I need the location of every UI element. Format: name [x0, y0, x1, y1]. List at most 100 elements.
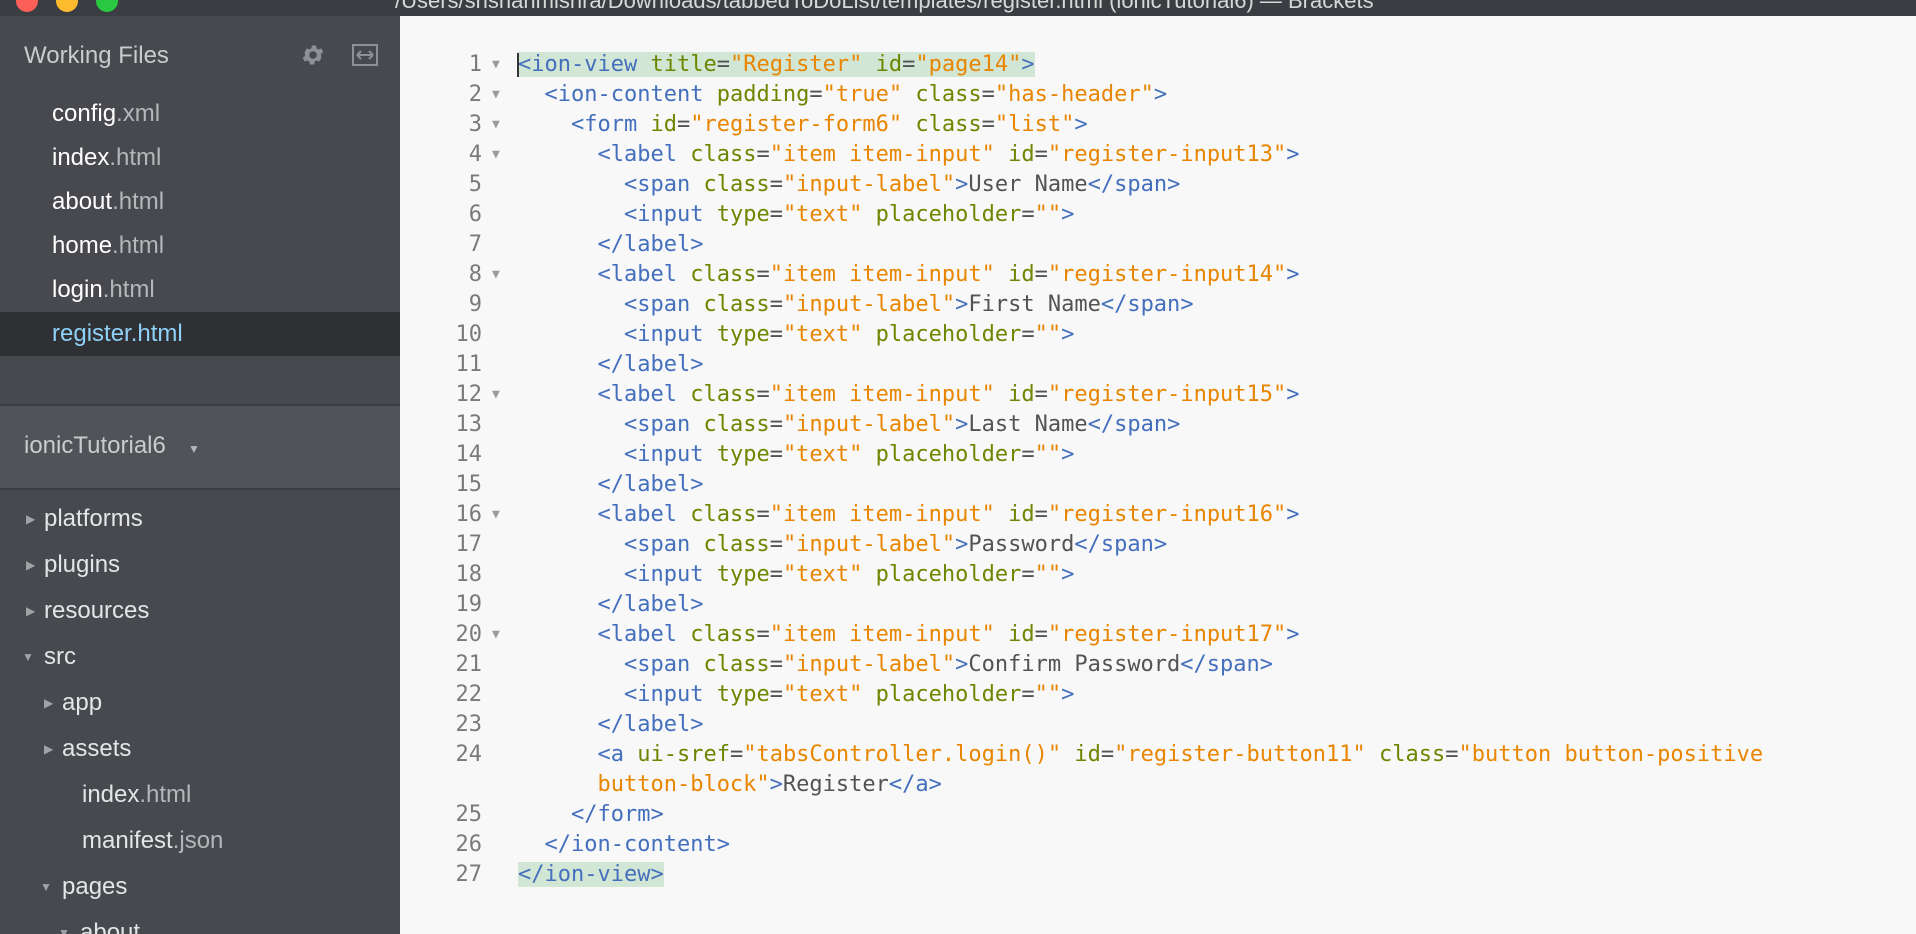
caret-down-icon: ▼ [188, 442, 200, 456]
code-line[interactable]: 25 </form> [400, 800, 1916, 830]
code-line[interactable]: 17 <span class="input-label">Password</s… [400, 530, 1916, 560]
working-file-item[interactable]: register.html [0, 312, 400, 356]
code-line[interactable]: 3 ▼ <form id="register-form6" class="list… [400, 110, 1916, 140]
code-text: <input type="text" placeholder=""> [623, 442, 1075, 467]
code-text: </label> [597, 472, 704, 497]
fold-triangle-icon[interactable]: ▼ [492, 140, 500, 170]
code-line[interactable]: 1 ▼ <ion-view title="Register" id="page14"… [400, 50, 1916, 80]
close-window-button[interactable] [16, 0, 38, 12]
code-line[interactable]: 19 </label> [400, 590, 1916, 620]
line-number: 10 [455, 322, 483, 347]
fold-triangle-icon[interactable]: ▼ [492, 110, 500, 140]
zoom-window-button[interactable] [96, 0, 118, 12]
code-line[interactable]: 2 ▼ <ion-content padding="true" class="ha… [400, 80, 1916, 110]
code-line[interactable]: 11 </label> [400, 350, 1916, 380]
code-line[interactable]: 8 ▼ <label class="item item-input" id="re… [400, 260, 1916, 290]
code-text: <input type="text" placeholder=""> [623, 322, 1075, 347]
line-number: 27 [455, 862, 483, 887]
code-line[interactable]: 10 <input type="text" placeholder=""> [400, 320, 1916, 350]
tree-folder[interactable]: ▶ plugins [0, 542, 400, 588]
tree-folder[interactable]: ▶ platforms [0, 496, 400, 542]
code-line[interactable]: 27 </ion-view> [400, 860, 1916, 890]
tree-folder[interactable]: ▶ resources [0, 588, 400, 634]
line-number: 23 [455, 712, 483, 737]
code-line[interactable]: 12 ▼ <label class="item item-input" id="r… [400, 380, 1916, 410]
code-line[interactable]: 21 <span class="input-label">Confirm Pas… [400, 650, 1916, 680]
working-file-item[interactable]: about.html [0, 180, 400, 224]
working-file-item[interactable]: home.html [0, 224, 400, 268]
line-number: 25 [455, 802, 483, 827]
line-number: 9 [468, 292, 482, 317]
triangle-right-icon[interactable]: ▶ [44, 680, 53, 726]
fold-triangle-icon[interactable]: ▼ [492, 260, 500, 290]
code-line[interactable]: 4 ▼ <label class="item item-input" id="re… [400, 140, 1916, 170]
code-line[interactable]: button-block">Register</a> [400, 770, 1916, 800]
tree-item-name: manifest.json [82, 827, 224, 854]
tree-folder[interactable]: ▼ pages [0, 864, 400, 910]
tree-folder[interactable]: ▶ assets [0, 726, 400, 772]
line-number: 15 [455, 472, 483, 497]
code-line[interactable]: 20 ▼ <label class="item item-input" id="r… [400, 620, 1916, 650]
code-text: </label> [597, 352, 704, 377]
file-extension: .html [139, 781, 192, 808]
code-text: <label class="item item-input" id="regis… [597, 502, 1300, 527]
code-line[interactable]: 26 </ion-content> [400, 830, 1916, 860]
working-files-title: Working Files [24, 42, 169, 69]
file-name: config [52, 100, 117, 127]
triangle-right-icon[interactable]: ▶ [26, 496, 35, 542]
code-text: </label> [597, 592, 704, 617]
file-extension: .xml [116, 100, 161, 127]
triangle-right-icon[interactable]: ▶ [26, 588, 35, 634]
tree-file[interactable]: manifest.json [0, 818, 400, 864]
split-view-icon[interactable] [352, 44, 378, 66]
title-bar: /Users/shshanmishra/Downloads/tabbedToDo… [0, 0, 1916, 16]
fold-triangle-icon[interactable]: ▼ [492, 500, 500, 530]
line-number: 19 [455, 592, 483, 617]
code-line[interactable]: 15 </label> [400, 470, 1916, 500]
triangle-down-icon[interactable]: ▼ [58, 910, 70, 934]
fold-triangle-icon[interactable]: ▼ [492, 380, 500, 410]
code-line[interactable]: 16 ▼ <label class="item item-input" id="r… [400, 500, 1916, 530]
tree-folder[interactable]: ▼ about [0, 910, 400, 934]
code-line[interactable]: 9 <span class="input-label">First Name</… [400, 290, 1916, 320]
file-name: about [52, 188, 113, 215]
code-line[interactable]: 18 <input type="text" placeholder=""> [400, 560, 1916, 590]
working-file-item[interactable]: login.html [0, 268, 400, 312]
code-text: <input type="text" placeholder=""> [623, 202, 1075, 227]
fold-triangle-icon[interactable]: ▼ [492, 80, 500, 110]
file-extension: .json [172, 827, 224, 854]
tree-folder[interactable]: ▼ src [0, 634, 400, 680]
tree-folder[interactable]: ▶ app [0, 680, 400, 726]
fold-triangle-icon[interactable]: ▼ [492, 50, 500, 80]
line-number: 7 [468, 232, 482, 257]
line-number: 14 [455, 442, 483, 467]
tree-file[interactable]: index.html [0, 772, 400, 818]
line-number: 11 [455, 352, 483, 377]
fold-triangle-icon[interactable]: ▼ [492, 620, 500, 650]
code-text: </label> [597, 712, 704, 737]
gear-icon[interactable] [300, 42, 326, 68]
triangle-right-icon[interactable]: ▶ [44, 726, 53, 772]
triangle-down-icon[interactable]: ▼ [40, 864, 52, 910]
working-file-item[interactable]: config.xml [0, 92, 400, 136]
triangle-down-icon[interactable]: ▼ [22, 634, 34, 680]
triangle-right-icon[interactable]: ▶ [26, 542, 35, 588]
code-line[interactable]: 22 <input type="text" placeholder=""> [400, 680, 1916, 710]
code-line[interactable]: 14 <input type="text" placeholder=""> [400, 440, 1916, 470]
code-line[interactable]: 23 </label> [400, 710, 1916, 740]
code-line[interactable]: 7 </label> [400, 230, 1916, 260]
minimize-window-button[interactable] [56, 0, 78, 12]
tree-item-name: about [80, 919, 141, 934]
project-selector[interactable]: ionicTutorial6 ▼ [0, 404, 400, 490]
code-text: <a ui-sref="tabsController.login()" id="… [597, 742, 1764, 767]
code-text: <span class="input-label">User Name</spa… [623, 172, 1181, 197]
line-number: 18 [455, 562, 483, 587]
code-editor[interactable]: 1 ▼ <ion-view title="Register" id="page14"… [400, 16, 1916, 934]
code-line[interactable]: 24 <a ui-sref="tabsController.login()" i… [400, 740, 1916, 770]
code-line[interactable]: 6 <input type="text" placeholder=""> [400, 200, 1916, 230]
line-number: 3 [468, 112, 482, 137]
working-file-item[interactable]: index.html [0, 136, 400, 180]
code-area[interactable]: 1 ▼ <ion-view title="Register" id="page14"… [400, 50, 1916, 890]
code-line[interactable]: 5 <span class="input-label">User Name</s… [400, 170, 1916, 200]
code-line[interactable]: 13 <span class="input-label">Last Name</… [400, 410, 1916, 440]
